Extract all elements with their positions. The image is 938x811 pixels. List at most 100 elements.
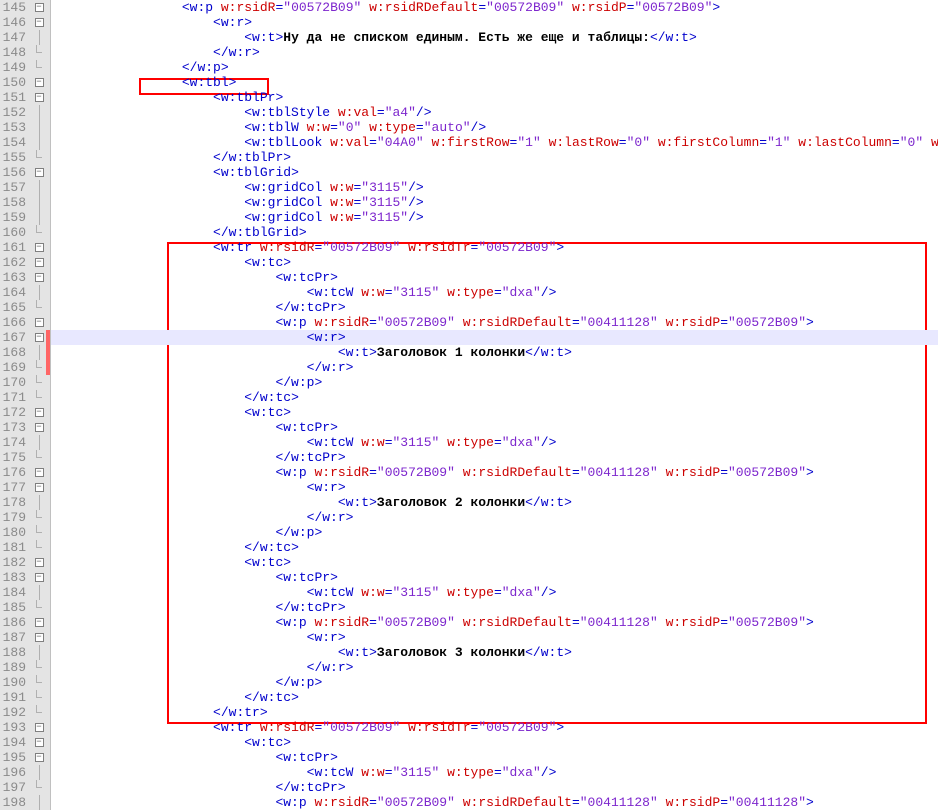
- fold-column[interactable]: [32, 600, 46, 615]
- fold-column[interactable]: [32, 510, 46, 525]
- code-line[interactable]: </w:tc>: [51, 540, 938, 555]
- fold-column[interactable]: [32, 255, 46, 270]
- fold-column[interactable]: [32, 0, 46, 15]
- code-line[interactable]: <w:tblStyle w:val="a4"/>: [51, 105, 938, 120]
- code-line[interactable]: <w:gridCol w:w="3115"/>: [51, 210, 938, 225]
- fold-column[interactable]: [32, 150, 46, 165]
- code-line[interactable]: </w:r>: [51, 360, 938, 375]
- code-line[interactable]: <w:p w:rsidR="00572B09" w:rsidRDefault="…: [51, 315, 938, 330]
- fold-toggle-icon[interactable]: [35, 243, 44, 252]
- fold-column[interactable]: [32, 765, 46, 780]
- code-line[interactable]: <w:t>Заголовок 3 колонки</w:t>: [51, 645, 938, 660]
- fold-toggle-icon[interactable]: [35, 318, 44, 327]
- fold-column[interactable]: [32, 210, 46, 225]
- fold-toggle-icon[interactable]: [35, 3, 44, 12]
- code-line[interactable]: <w:tc>: [51, 735, 938, 750]
- code-line[interactable]: <w:tcPr>: [51, 750, 938, 765]
- code-line[interactable]: </w:r>: [51, 660, 938, 675]
- code-line[interactable]: <w:t>Ну да не списком единым. Есть же ещ…: [51, 30, 938, 45]
- fold-column[interactable]: [32, 315, 46, 330]
- code-line[interactable]: <w:t>Заголовок 1 колонки</w:t>: [51, 345, 938, 360]
- code-line[interactable]: </w:tr>: [51, 705, 938, 720]
- fold-column[interactable]: [32, 30, 46, 45]
- fold-column[interactable]: [32, 165, 46, 180]
- code-line[interactable]: </w:tblPr>: [51, 150, 938, 165]
- fold-toggle-icon[interactable]: [35, 258, 44, 267]
- fold-column[interactable]: [32, 720, 46, 735]
- fold-column[interactable]: [32, 735, 46, 750]
- fold-column[interactable]: [32, 495, 46, 510]
- fold-column[interactable]: [32, 660, 46, 675]
- fold-toggle-icon[interactable]: [35, 753, 44, 762]
- fold-toggle-icon[interactable]: [35, 468, 44, 477]
- fold-column[interactable]: [32, 795, 46, 810]
- fold-column[interactable]: [32, 555, 46, 570]
- code-line[interactable]: <w:r>: [51, 480, 938, 495]
- code-line[interactable]: <w:tcPr>: [51, 420, 938, 435]
- code-line[interactable]: </w:tblGrid>: [51, 225, 938, 240]
- fold-column[interactable]: [32, 240, 46, 255]
- fold-column[interactable]: [32, 435, 46, 450]
- fold-column[interactable]: [32, 120, 46, 135]
- fold-column[interactable]: [32, 405, 46, 420]
- fold-column[interactable]: [32, 420, 46, 435]
- code-line[interactable]: <w:p w:rsidR="00572B09" w:rsidRDefault="…: [51, 0, 938, 15]
- fold-column[interactable]: [32, 390, 46, 405]
- fold-column[interactable]: [32, 285, 46, 300]
- fold-column[interactable]: [32, 375, 46, 390]
- fold-toggle-icon[interactable]: [35, 78, 44, 87]
- fold-column[interactable]: [32, 450, 46, 465]
- fold-column[interactable]: [32, 105, 46, 120]
- code-line[interactable]: <w:tblPr>: [51, 90, 938, 105]
- code-line[interactable]: <w:tcPr>: [51, 270, 938, 285]
- fold-toggle-icon[interactable]: [35, 168, 44, 177]
- fold-column[interactable]: [32, 330, 46, 345]
- fold-column[interactable]: [32, 570, 46, 585]
- fold-toggle-icon[interactable]: [35, 738, 44, 747]
- code-line[interactable]: </w:r>: [51, 45, 938, 60]
- code-line[interactable]: </w:r>: [51, 510, 938, 525]
- code-line[interactable]: </w:p>: [51, 525, 938, 540]
- fold-toggle-icon[interactable]: [35, 633, 44, 642]
- fold-column[interactable]: [32, 540, 46, 555]
- fold-toggle-icon[interactable]: [35, 573, 44, 582]
- code-line[interactable]: <w:tr w:rsidR="00572B09" w:rsidTr="00572…: [51, 240, 938, 255]
- fold-toggle-icon[interactable]: [35, 558, 44, 567]
- code-line[interactable]: <w:tblLook w:val="04A0" w:firstRow="1" w…: [51, 135, 938, 150]
- fold-column[interactable]: [32, 60, 46, 75]
- code-line[interactable]: </w:p>: [51, 60, 938, 75]
- code-line[interactable]: <w:gridCol w:w="3115"/>: [51, 195, 938, 210]
- fold-column[interactable]: [32, 465, 46, 480]
- fold-toggle-icon[interactable]: [35, 423, 44, 432]
- fold-column[interactable]: [32, 525, 46, 540]
- code-line[interactable]: </w:tcPr>: [51, 300, 938, 315]
- code-line[interactable]: <w:tblW w:w="0" w:type="auto"/>: [51, 120, 938, 135]
- fold-column[interactable]: [32, 195, 46, 210]
- code-line[interactable]: <w:tcW w:w="3115" w:type="dxa"/>: [51, 585, 938, 600]
- code-line[interactable]: <w:tr w:rsidR="00572B09" w:rsidTr="00572…: [51, 720, 938, 735]
- fold-toggle-icon[interactable]: [35, 93, 44, 102]
- fold-column[interactable]: [32, 645, 46, 660]
- code-line[interactable]: </w:tc>: [51, 390, 938, 405]
- code-line[interactable]: <w:p w:rsidR="00572B09" w:rsidRDefault="…: [51, 615, 938, 630]
- fold-toggle-icon[interactable]: [35, 333, 44, 342]
- fold-column[interactable]: [32, 480, 46, 495]
- code-line[interactable]: <w:t>Заголовок 2 колонки</w:t>: [51, 495, 938, 510]
- code-line[interactable]: </w:tcPr>: [51, 450, 938, 465]
- code-line[interactable]: <w:tblGrid>: [51, 165, 938, 180]
- fold-column[interactable]: [32, 75, 46, 90]
- fold-column[interactable]: [32, 225, 46, 240]
- fold-column[interactable]: [32, 135, 46, 150]
- fold-column[interactable]: [32, 675, 46, 690]
- fold-column[interactable]: [32, 90, 46, 105]
- fold-toggle-icon[interactable]: [35, 618, 44, 627]
- fold-toggle-icon[interactable]: [35, 273, 44, 282]
- fold-column[interactable]: [32, 360, 46, 375]
- fold-column[interactable]: [32, 45, 46, 60]
- fold-column[interactable]: [32, 705, 46, 720]
- fold-column[interactable]: [32, 615, 46, 630]
- fold-column[interactable]: [32, 750, 46, 765]
- fold-column[interactable]: [32, 270, 46, 285]
- code-line[interactable]: <w:tcPr>: [51, 570, 938, 585]
- code-line[interactable]: <w:r>: [51, 630, 938, 645]
